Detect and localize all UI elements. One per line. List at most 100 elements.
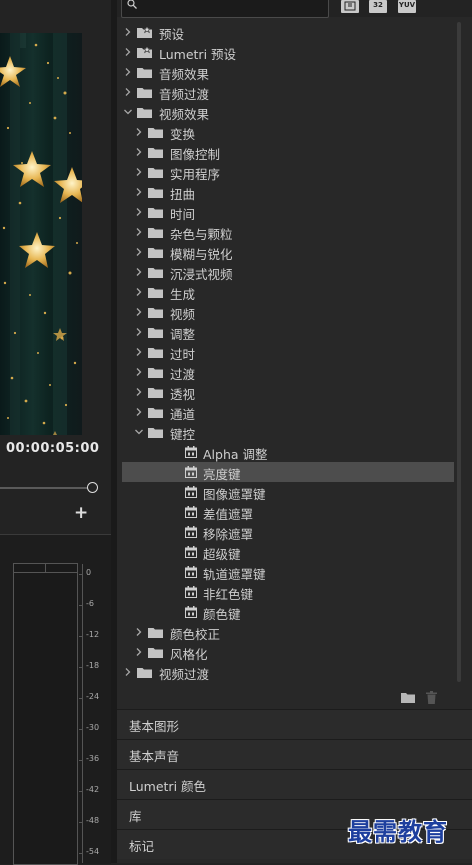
effect-icon bbox=[185, 566, 197, 578]
effect-folder-row[interactable]: 杂色与颗粒 bbox=[122, 222, 454, 242]
effect-item[interactable]: 差值遮罩 bbox=[122, 502, 454, 522]
meter-tick bbox=[79, 698, 83, 699]
meter-tick bbox=[79, 853, 83, 854]
section-label-essential-sound: 基本声音 bbox=[129, 749, 180, 764]
effect-folder-row[interactable]: 音频效果 bbox=[122, 62, 454, 82]
effect-label: 调整 bbox=[170, 327, 196, 342]
effect-folder-row[interactable]: 通道 bbox=[122, 402, 454, 422]
effect-label: 沉浸式视频 bbox=[170, 267, 233, 282]
meter-scale-label: -36 bbox=[86, 754, 100, 763]
effect-folder-row[interactable]: 变换 bbox=[122, 122, 454, 142]
effect-label: 颜色键 bbox=[203, 607, 241, 622]
chevron-right-icon[interactable] bbox=[134, 227, 144, 237]
panel-section-lumetri-color[interactable]: Lumetri 颜色 bbox=[117, 769, 472, 799]
effect-folder-row[interactable]: 实用程序 bbox=[122, 162, 454, 182]
chevron-right-icon[interactable] bbox=[134, 387, 144, 397]
timecode-display[interactable]: 00:00:05:00 bbox=[6, 441, 99, 456]
chevron-right-icon[interactable] bbox=[123, 27, 133, 37]
chevron-right-icon[interactable] bbox=[134, 307, 144, 317]
effect-label: 非红色键 bbox=[203, 587, 254, 602]
yuv-filter-button[interactable]: YUV bbox=[398, 0, 416, 13]
new-bin-icon[interactable] bbox=[401, 692, 415, 703]
chevron-right-icon[interactable] bbox=[123, 67, 133, 77]
chevron-right-icon[interactable] bbox=[134, 187, 144, 197]
effect-folder-row[interactable]: 过渡 bbox=[122, 362, 454, 382]
effect-item[interactable]: 非红色键 bbox=[122, 582, 454, 602]
folder-icon bbox=[148, 408, 163, 418]
chevron-right-icon[interactable] bbox=[134, 247, 144, 257]
chevron-right-icon[interactable] bbox=[134, 127, 144, 137]
search-input[interactable] bbox=[121, 0, 329, 18]
chevron-right-icon[interactable] bbox=[134, 167, 144, 177]
effect-folder-row[interactable]: 生成 bbox=[122, 282, 454, 302]
effect-folder-row[interactable]: 过时 bbox=[122, 342, 454, 362]
meter-tick bbox=[79, 822, 83, 823]
effect-folder-row[interactable]: 时间 bbox=[122, 202, 454, 222]
32bit-filter-button[interactable]: 32 bbox=[369, 0, 387, 13]
effect-folder-row[interactable]: 预设 bbox=[122, 22, 454, 42]
32bit-filter-label: 32 bbox=[373, 1, 383, 9]
effect-folder-row[interactable]: 键控 bbox=[122, 422, 454, 442]
folder-icon bbox=[148, 428, 163, 438]
effect-icon bbox=[185, 506, 197, 518]
effect-folder-row[interactable]: 沉浸式视频 bbox=[122, 262, 454, 282]
effect-item[interactable]: 颜色键 bbox=[122, 602, 454, 622]
effect-item[interactable]: 移除遮罩 bbox=[122, 522, 454, 542]
effect-folder-row[interactable]: Lumetri 预设 bbox=[122, 42, 454, 62]
effect-item[interactable]: Alpha 调整 bbox=[122, 442, 454, 462]
effect-item[interactable]: 超级键 bbox=[122, 542, 454, 562]
effect-folder-row[interactable]: 图像控制 bbox=[122, 142, 454, 162]
accelerated-effects-filter-icon[interactable] bbox=[341, 0, 359, 13]
chevron-right-icon[interactable] bbox=[134, 647, 144, 657]
effect-folder-row[interactable]: 音频过渡 bbox=[122, 82, 454, 102]
chevron-right-icon[interactable] bbox=[123, 47, 133, 57]
playhead-handle[interactable] bbox=[87, 482, 98, 493]
chevron-right-icon[interactable] bbox=[134, 207, 144, 217]
effect-label: 音频过渡 bbox=[159, 87, 210, 102]
effect-folder-row[interactable]: 扭曲 bbox=[122, 182, 454, 202]
folder-icon bbox=[148, 208, 163, 218]
effect-label: Lumetri 预设 bbox=[159, 47, 237, 62]
chevron-down-icon[interactable] bbox=[123, 107, 133, 117]
effect-folder-row[interactable]: 模糊与锐化 bbox=[122, 242, 454, 262]
effect-label: 过时 bbox=[170, 347, 196, 362]
effects-toolbar: 32 YUV bbox=[117, 0, 472, 18]
effect-item[interactable]: 图像遮罩键 bbox=[122, 482, 454, 502]
chevron-down-icon[interactable] bbox=[134, 427, 144, 437]
meter-scale-label: -12 bbox=[86, 630, 100, 639]
panel-section-essential-graphics[interactable]: 基本图形 bbox=[117, 709, 472, 739]
effect-folder-row[interactable]: 视频过渡 bbox=[122, 662, 454, 682]
meter-scale: 0 -6 -12 -18 -24 -30 -36 -42 -48 -54 bbox=[79, 564, 112, 863]
meter-scale-label: -24 bbox=[86, 692, 100, 701]
chevron-right-icon[interactable] bbox=[134, 327, 144, 337]
folder-icon bbox=[148, 128, 163, 138]
chevron-right-icon[interactable] bbox=[134, 407, 144, 417]
effect-folder-row[interactable]: 风格化 bbox=[122, 642, 454, 662]
panel-section-essential-sound[interactable]: 基本声音 bbox=[117, 739, 472, 769]
chevron-right-icon[interactable] bbox=[134, 347, 144, 357]
search-icon bbox=[127, 0, 137, 9]
add-button[interactable]: + bbox=[74, 503, 88, 523]
meter-tick bbox=[79, 667, 83, 668]
chevron-right-icon[interactable] bbox=[123, 667, 133, 677]
playhead-track[interactable] bbox=[0, 487, 92, 489]
folder-icon bbox=[148, 308, 163, 318]
effect-item[interactable]: 亮度键 bbox=[122, 462, 454, 482]
effect-folder-row[interactable]: 视频效果 bbox=[122, 102, 454, 122]
effect-folder-row[interactable]: 颜色校正 bbox=[122, 622, 454, 642]
effect-label: 风格化 bbox=[170, 647, 208, 662]
effect-item[interactable]: 轨道遮罩键 bbox=[122, 562, 454, 582]
chevron-right-icon[interactable] bbox=[134, 267, 144, 277]
effects-panel: 32 YUV 预设 Lumetri 预设 音频效果音频过渡 视频效果 变换 图像控制 实用程… bbox=[117, 0, 472, 863]
chevron-right-icon[interactable] bbox=[134, 287, 144, 297]
effects-scrollbar[interactable] bbox=[454, 22, 464, 682]
trash-icon[interactable] bbox=[426, 691, 437, 704]
effect-folder-row[interactable]: 调整 bbox=[122, 322, 454, 342]
effect-folder-row[interactable]: 视频 bbox=[122, 302, 454, 322]
chevron-right-icon[interactable] bbox=[134, 367, 144, 377]
effect-folder-row[interactable]: 透视 bbox=[122, 382, 454, 402]
chevron-right-icon[interactable] bbox=[134, 147, 144, 157]
meter-scale-label: -30 bbox=[86, 723, 100, 732]
chevron-right-icon[interactable] bbox=[134, 627, 144, 637]
chevron-right-icon[interactable] bbox=[123, 87, 133, 97]
